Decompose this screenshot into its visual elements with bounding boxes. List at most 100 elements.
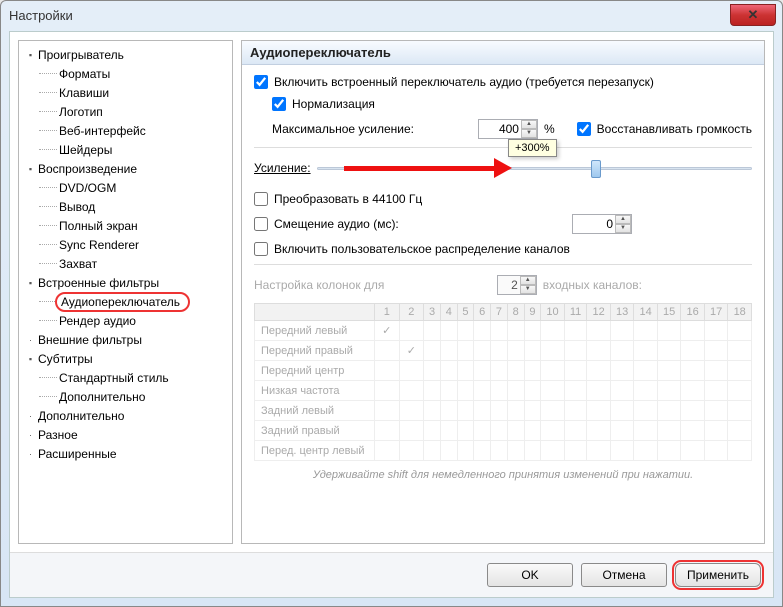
tree-item[interactable]: ▪Воспроизведение <box>21 159 230 178</box>
channel-cell <box>728 361 752 381</box>
tree-item[interactable]: ·Дополнительно <box>21 406 230 425</box>
tree-item[interactable]: Шейдеры <box>21 140 230 159</box>
channel-cell <box>424 341 441 361</box>
tree-item-label: Стандартный стиль <box>59 371 169 385</box>
settings-tree[interactable]: ▪ПроигрывательФорматыКлавишиЛоготипВеб-и… <box>18 40 233 544</box>
enable-builtin-checkbox[interactable] <box>254 75 268 89</box>
slider-thumb[interactable] <box>591 160 601 178</box>
channel-name: Передний центр <box>255 361 375 381</box>
channel-cell <box>587 421 611 441</box>
tree-item[interactable]: ▪Встроенные фильтры <box>21 273 230 292</box>
channel-cell <box>634 441 658 461</box>
channel-cell <box>564 421 587 441</box>
channel-col-header: 9 <box>524 304 541 321</box>
tree-item[interactable]: ·Внешние фильтры <box>21 330 230 349</box>
channel-cell <box>457 361 474 381</box>
expander-icon[interactable]: ▪ <box>25 277 36 288</box>
channel-cell <box>399 361 424 381</box>
channel-cell <box>507 381 524 401</box>
expander-icon[interactable]: ▪ <box>25 353 36 364</box>
convert-44100-checkbox[interactable] <box>254 192 268 206</box>
channel-cell <box>634 321 658 341</box>
restore-volume-checkbox[interactable] <box>577 122 591 136</box>
tree-item[interactable]: Вывод <box>21 197 230 216</box>
channel-row: Передний левый✓ <box>255 321 752 341</box>
custom-channels-label: Включить пользовательское распределение … <box>274 242 570 256</box>
channel-cell <box>399 421 424 441</box>
tree-item[interactable]: ▪Субтитры <box>21 349 230 368</box>
channel-cell <box>375 421 400 441</box>
tree-item[interactable]: Логотип <box>21 102 230 121</box>
tree-item[interactable]: Веб-интерфейс <box>21 121 230 140</box>
restore-volume-label: Восстанавливать громкость <box>597 122 752 136</box>
slider-track <box>317 167 752 170</box>
hint-text: Удерживайте shift для немедленного приня… <box>254 469 752 481</box>
expander-icon[interactable]: · <box>25 410 36 421</box>
channel-cell <box>399 381 424 401</box>
close-button[interactable]: ✕ <box>730 4 776 26</box>
channel-cell <box>704 401 728 421</box>
tree-item[interactable]: DVD/OGM <box>21 178 230 197</box>
normalization-checkbox[interactable] <box>272 97 286 111</box>
channel-cell <box>704 361 728 381</box>
channel-cell <box>564 401 587 421</box>
tree-item[interactable]: Рендер аудио <box>21 311 230 330</box>
channel-col-header: 2 <box>399 304 424 321</box>
channel-cell <box>634 401 658 421</box>
content: ▪ПроигрывательФорматыКлавишиЛоготипВеб-и… <box>10 32 773 552</box>
tree-item[interactable]: Захват <box>21 254 230 273</box>
channel-cell <box>704 421 728 441</box>
max-gain-spinner[interactable]: ▲▼ <box>521 120 537 138</box>
audio-offset-spinner[interactable]: ▲▼ <box>615 215 631 233</box>
expander-icon[interactable]: · <box>25 334 36 345</box>
tree-item[interactable]: Клавиши <box>21 83 230 102</box>
custom-channels-checkbox[interactable] <box>254 242 268 256</box>
channel-cell <box>375 401 400 421</box>
channel-cell <box>424 361 441 381</box>
channel-cell <box>375 441 400 461</box>
max-gain-input-wrap: ▲▼ <box>478 119 538 139</box>
expander-icon[interactable]: · <box>25 448 36 459</box>
channel-cell <box>491 441 508 461</box>
channel-cell <box>610 361 634 381</box>
channel-cell <box>440 441 457 461</box>
tree-connector <box>39 377 57 378</box>
tree-item[interactable]: ·Расширенные <box>21 444 230 463</box>
channel-cell <box>491 421 508 441</box>
tree-item[interactable]: Sync Renderer <box>21 235 230 254</box>
tree-item[interactable]: Стандартный стиль <box>21 368 230 387</box>
expander-icon[interactable]: ▪ <box>25 49 36 60</box>
expander-icon[interactable]: ▪ <box>25 163 36 174</box>
gain-slider[interactable] <box>317 158 752 178</box>
tree-item-label: Форматы <box>59 67 110 81</box>
audio-offset-checkbox[interactable] <box>254 217 268 231</box>
tree-item[interactable]: ·Разное <box>21 425 230 444</box>
channel-col-header: 11 <box>564 304 587 321</box>
window-title: Настройки <box>9 8 73 23</box>
tree-item-label: Субтитры <box>38 352 93 366</box>
channel-cell <box>440 421 457 441</box>
channel-cell <box>524 341 541 361</box>
expander-icon[interactable]: · <box>25 429 36 440</box>
tree-item-label: Проигрыватель <box>38 48 124 62</box>
apply-button[interactable]: Применить <box>675 563 761 587</box>
cancel-button[interactable]: Отмена <box>581 563 667 587</box>
tree-item-label: Дополнительно <box>38 409 124 423</box>
ok-button[interactable]: OK <box>487 563 573 587</box>
titlebar[interactable]: Настройки ✕ <box>1 1 782 29</box>
tree-item-label: Аудиопереключатель <box>55 292 190 312</box>
tree-item-label: Расширенные <box>38 447 117 461</box>
tree-item[interactable]: Полный экран <box>21 216 230 235</box>
tree-item[interactable]: ▪Проигрыватель <box>21 45 230 64</box>
audio-offset-label: Смещение аудио (мс): <box>274 217 399 231</box>
tree-item[interactable]: Форматы <box>21 64 230 83</box>
tree-connector <box>39 187 57 188</box>
tree-item[interactable]: Дополнительно <box>21 387 230 406</box>
tree-connector <box>39 396 57 397</box>
channel-cell <box>375 341 400 361</box>
channel-cell <box>440 341 457 361</box>
channel-col-header: 16 <box>681 304 705 321</box>
tree-item[interactable]: Аудиопереключатель <box>21 292 230 311</box>
channel-col-header: 4 <box>440 304 457 321</box>
gain-label: Усиление: <box>254 161 311 175</box>
